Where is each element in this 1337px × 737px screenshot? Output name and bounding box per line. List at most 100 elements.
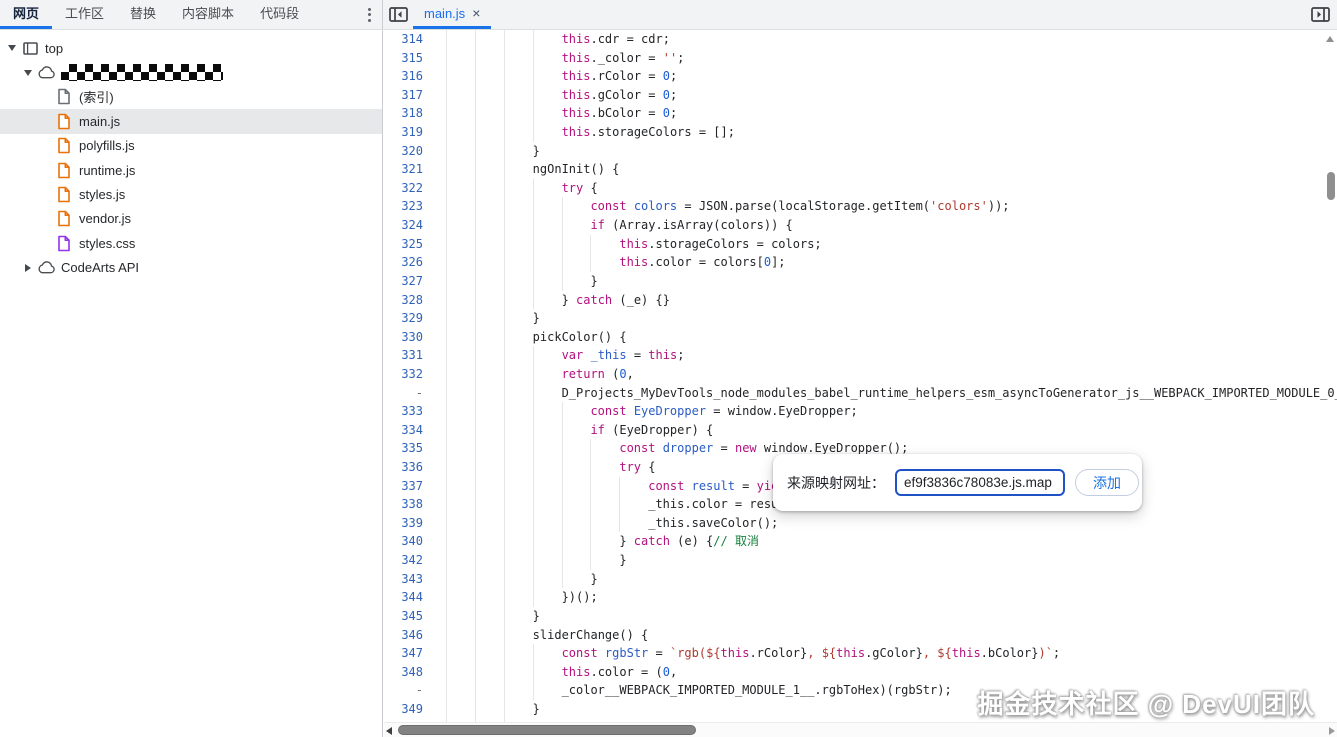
code-line[interactable]: 326 this.color = colors[0];: [384, 253, 1337, 272]
code-line[interactable]: 333 const EyeDropper = window.EyeDropper;: [384, 402, 1337, 421]
line-number[interactable]: 337: [384, 477, 437, 496]
navigator-tab-4[interactable]: 代码段: [247, 0, 312, 29]
tree-item-runtime-js[interactable]: runtime.js: [0, 158, 382, 182]
line-number[interactable]: 335: [384, 439, 437, 458]
line-number[interactable]: 315: [384, 49, 437, 68]
tree-item-main-js[interactable]: main.js: [0, 109, 382, 134]
line-number[interactable]: -: [384, 384, 437, 403]
tree-item-styles-css[interactable]: styles.css: [0, 231, 382, 255]
line-number[interactable]: 343: [384, 570, 437, 589]
line-number[interactable]: 342: [384, 551, 437, 570]
code-line[interactable]: 315 this._color = '';: [384, 48, 1337, 68]
chevron-down-icon[interactable]: [20, 69, 36, 76]
scroll-left-icon[interactable]: [386, 727, 392, 735]
line-number[interactable]: 344: [384, 588, 437, 607]
line-number[interactable]: 338: [384, 495, 437, 514]
vertical-scrollbar-thumb[interactable]: [1327, 172, 1335, 200]
line-number[interactable]: 347: [384, 644, 437, 663]
code-line[interactable]: 321 ngOnInit() {: [384, 160, 1337, 179]
chevron-down-icon[interactable]: [4, 45, 20, 52]
code-line[interactable]: 330 pickColor() {: [384, 327, 1337, 347]
tree-item-codearts-api[interactable]: CodeArts API: [0, 256, 382, 280]
chevron-right-icon[interactable]: [20, 263, 36, 272]
scroll-right-icon[interactable]: [1329, 727, 1335, 735]
code-line[interactable]: 325 this.storageColors = colors;: [384, 234, 1337, 254]
code-line[interactable]: 345}: [384, 606, 1337, 626]
code-line[interactable]: 317 this.gColor = 0;: [384, 85, 1337, 105]
line-number[interactable]: 320: [384, 142, 437, 161]
code-line[interactable]: 348 this.color = (0,: [384, 662, 1337, 682]
code-line[interactable]: 342}: [384, 551, 1337, 570]
code-line[interactable]: 339 _this.saveColor();: [384, 513, 1337, 533]
toggle-navigator-button[interactable]: [383, 0, 413, 29]
code-line[interactable]: 331 var _this = this;: [384, 346, 1337, 365]
line-number[interactable]: 322: [384, 179, 437, 198]
code-line[interactable]: 343}: [384, 569, 1337, 589]
code-line[interactable]: - D_Projects_MyDevTools_node_modules_babe…: [384, 383, 1337, 403]
code-editor[interactable]: 314 this.cdr = cdr; 315 this._color = ''; 31…: [384, 30, 1337, 737]
line-number[interactable]: 327: [384, 272, 437, 291]
code-line[interactable]: 329}: [384, 309, 1337, 328]
tab-main-js[interactable]: main.js ×: [413, 0, 492, 29]
source-map-url-input[interactable]: [895, 469, 1065, 496]
line-number[interactable]: 318: [384, 104, 437, 123]
toggle-debugger-sidebar-button[interactable]: [1305, 0, 1335, 29]
code-line[interactable]: 340} catch (e) {// 取消: [384, 532, 1337, 552]
code-line[interactable]: 314 this.cdr = cdr;: [384, 30, 1337, 49]
tree-item-index[interactable]: (索引): [0, 85, 382, 109]
line-number[interactable]: 348: [384, 663, 437, 682]
line-number[interactable]: 340: [384, 532, 437, 551]
line-number[interactable]: 330: [384, 328, 437, 347]
tree-item-vendor-js[interactable]: vendor.js: [0, 207, 382, 231]
line-number[interactable]: 317: [384, 86, 437, 105]
scroll-up-icon[interactable]: [1326, 36, 1334, 42]
line-number[interactable]: 321: [384, 160, 437, 179]
tree-item-domain[interactable]: [0, 60, 382, 84]
code-line[interactable]: 319 this.storageColors = [];: [384, 123, 1337, 142]
code-line[interactable]: 320}: [384, 141, 1337, 161]
vertical-scrollbar[interactable]: [1323, 30, 1337, 722]
tree-item-top[interactable]: top: [0, 36, 382, 60]
line-number[interactable]: 326: [384, 253, 437, 272]
line-number[interactable]: 314: [384, 30, 437, 49]
tree-item-polyfills-js[interactable]: polyfills.js: [0, 134, 382, 158]
navigator-tab-3[interactable]: 内容脚本: [169, 0, 247, 29]
horizontal-scrollbar[interactable]: [384, 722, 1337, 737]
line-number[interactable]: 345: [384, 607, 437, 626]
navigator-tab-2[interactable]: 替换: [117, 0, 169, 29]
line-number[interactable]: 323: [384, 197, 437, 216]
code-line[interactable]: 322 try {: [384, 178, 1337, 198]
navigator-tab-0[interactable]: 网页: [0, 0, 53, 29]
line-number[interactable]: 328: [384, 291, 437, 310]
code-line[interactable]: 323 const colors = JSON.parse(localStorag…: [384, 197, 1337, 217]
more-tabs-button[interactable]: [356, 0, 382, 29]
tree-item-styles-js[interactable]: styles.js: [0, 182, 382, 206]
line-number[interactable]: 319: [384, 123, 437, 142]
close-tab-icon[interactable]: ×: [472, 6, 480, 20]
line-number[interactable]: -: [384, 681, 437, 700]
line-number[interactable]: 333: [384, 402, 437, 421]
line-number[interactable]: 336: [384, 458, 437, 477]
line-number[interactable]: 346: [384, 626, 437, 645]
line-number[interactable]: 316: [384, 67, 437, 86]
code-line[interactable]: 332 return (0,: [384, 364, 1337, 384]
horizontal-scrollbar-thumb[interactable]: [398, 725, 696, 735]
line-number[interactable]: 331: [384, 346, 437, 365]
code-line[interactable]: 328} catch (_e) {}: [384, 290, 1337, 310]
line-number[interactable]: 325: [384, 235, 437, 254]
code-line[interactable]: 347 const rgbStr = `rgb(${this.rColor}, $…: [384, 644, 1337, 663]
code-line[interactable]: 316 this.rColor = 0;: [384, 67, 1337, 86]
line-number[interactable]: 332: [384, 365, 437, 384]
line-number[interactable]: 324: [384, 216, 437, 235]
code-line[interactable]: 346 sliderChange() {: [384, 625, 1337, 645]
code-line[interactable]: 318 this.bColor = 0;: [384, 104, 1337, 124]
code-line[interactable]: 324 if (Array.isArray(colors)) {: [384, 216, 1337, 235]
code-line[interactable]: 344})();: [384, 588, 1337, 607]
code-line[interactable]: 327}: [384, 271, 1337, 291]
line-number[interactable]: 329: [384, 309, 437, 328]
navigator-tab-1[interactable]: 工作区: [52, 0, 117, 29]
line-number[interactable]: 339: [384, 514, 437, 533]
line-number[interactable]: 349: [384, 700, 437, 719]
code-line[interactable]: 334 if (EyeDropper) {: [384, 420, 1337, 440]
add-source-map-button[interactable]: 添加: [1075, 469, 1139, 496]
